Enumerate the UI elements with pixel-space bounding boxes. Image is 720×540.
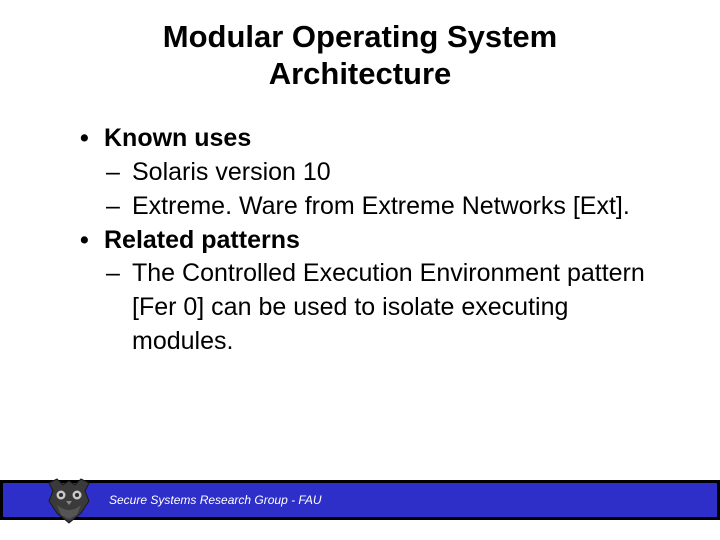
footer-inner: Secure Systems Research Group - FAU <box>3 483 717 517</box>
slide-title: Modular Operating System Architecture <box>0 0 720 92</box>
slide-content: Known uses Solaris version 10 Extreme. W… <box>0 92 720 358</box>
bullet-related-patterns: Related patterns <box>80 224 670 258</box>
bullet-known-uses: Known uses <box>80 122 670 156</box>
footer-text: Secure Systems Research Group - FAU <box>109 493 322 507</box>
bullet-solaris: Solaris version 10 <box>80 156 670 190</box>
title-line-2: Architecture <box>0 55 720 92</box>
bullet-controlled-exec: The Controlled Execution Environment pat… <box>80 257 670 358</box>
title-line-1: Modular Operating System <box>0 18 720 55</box>
footer-bar: Secure Systems Research Group - FAU <box>0 480 720 520</box>
owl-icon <box>43 477 95 525</box>
bullet-extremeware: Extreme. Ware from Extreme Networks [Ext… <box>80 190 670 224</box>
slide: Modular Operating System Architecture Kn… <box>0 0 720 540</box>
